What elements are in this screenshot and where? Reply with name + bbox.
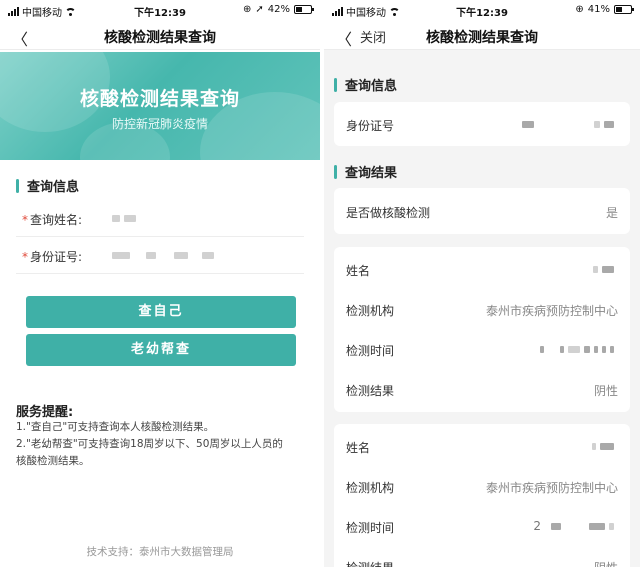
right-screen: 中国移动 下午12:39 ⊕ 41% 〈 关闭 核酸检测结果查询 查询信息 身份… <box>324 0 640 567</box>
time-value-redacted: 2 <box>533 519 618 533</box>
name-field[interactable]: * 查询姓名: <box>16 201 304 237</box>
id-field[interactable]: * 身份证号: <box>16 238 304 274</box>
name-value-redacted <box>112 211 140 225</box>
id-label: 身份证号 <box>346 119 395 133</box>
record-result-row: 检测结果 阴性 <box>346 546 618 567</box>
id-value-redacted <box>522 117 618 131</box>
record-time-row: 检测时间 2 <box>346 506 618 546</box>
record-result-row: 检测结果 阴性 <box>346 384 618 398</box>
status-bar: 中国移动 下午12:39 ⊕ 41% <box>324 0 640 20</box>
battery-percent: 41% <box>587 4 610 15</box>
record-org-row: 检测机构 泰州市疾病预防控制中心 <box>346 304 618 318</box>
location-icon: ➚ <box>255 4 264 15</box>
record-name-row: 姓名 <box>346 249 618 289</box>
query-self-button[interactable]: 查自己 <box>26 296 296 328</box>
battery-percent: 42% <box>267 4 290 15</box>
test-record-card: 姓名 检测机构 泰州市疾病预防控制中心 检测时间 2 检测结果 阴性 <box>334 424 630 567</box>
banner-subtitle: 防控新冠肺炎疫情 <box>111 117 208 131</box>
status-bar: 中国移动 下午12:39 ⊕ ➚ 42% <box>0 0 320 20</box>
notice-line-2: 2."老幼帮查"可支持查询18周岁以下、50周岁以上人员的 <box>16 438 283 450</box>
test-record-card: 姓名 检测机构 泰州市疾病预防控制中心 检测时间 检测结果 阴性 <box>334 247 630 412</box>
time-value-redacted <box>540 342 618 356</box>
id-label: 身份证号: <box>30 250 83 264</box>
hero-banner: 核酸检测结果查询 防控新冠肺炎疫情 <box>0 52 320 160</box>
name-label: 查询姓名: <box>30 213 83 227</box>
id-value-redacted <box>112 248 218 262</box>
query-family-button[interactable]: 老幼帮查 <box>26 334 296 366</box>
record-name-row: 姓名 <box>346 426 618 466</box>
notice-line-1: 1."查自己"可支持查询本人核酸检测结果。 <box>16 421 215 433</box>
section-header-query: 查询信息 <box>334 75 397 94</box>
name-value-redacted <box>593 262 618 276</box>
page-title: 核酸检测结果查询 <box>104 30 216 46</box>
section-header-query: 查询信息 <box>16 176 79 195</box>
record-time-row: 检测时间 <box>346 329 618 369</box>
tested-label: 是否做核酸检测 <box>346 206 431 220</box>
orientation-lock-icon: ⊕ <box>242 4 252 15</box>
footer-credit: 技术支持：泰州市大数据管理局 <box>86 546 234 558</box>
section-header-result: 查询结果 <box>334 162 397 181</box>
notice-title: 服务提醒: <box>16 405 74 420</box>
tested-card: 是否做核酸检测 是 <box>334 188 630 234</box>
nav-bar: 〈 核酸检测结果查询 <box>0 20 320 50</box>
nav-bar: 〈 关闭 核酸检测结果查询 <box>324 20 640 50</box>
record-org-row: 检测机构 泰州市疾病预防控制中心 <box>346 481 618 495</box>
notice-line-3: 核酸检测结果。 <box>16 455 90 467</box>
battery-icon <box>614 5 634 14</box>
name-value-redacted <box>592 439 618 453</box>
id-card: 身份证号 <box>334 102 630 146</box>
tested-value: 是 <box>605 206 618 220</box>
battery-icon <box>294 5 314 14</box>
banner-title: 核酸检测结果查询 <box>79 88 240 110</box>
left-screen: 中国移动 下午12:39 ⊕ ➚ 42% 〈 核酸检测结果查询 核酸检测结果查询… <box>0 0 320 567</box>
page-title: 核酸检测结果查询 <box>426 30 538 46</box>
orientation-lock-icon: ⊕ <box>575 4 584 15</box>
